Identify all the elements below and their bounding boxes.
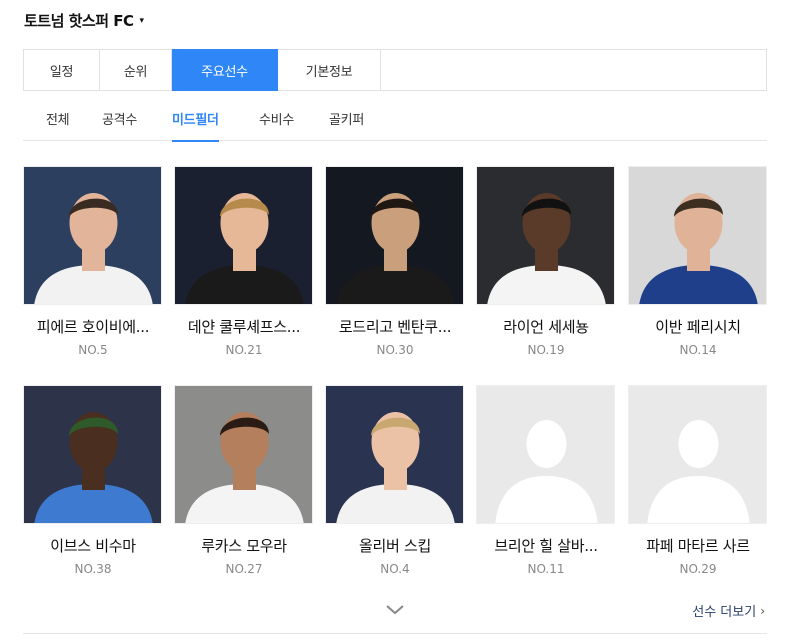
player-card[interactable]: 로드리고 벤탄쿠... NO.30: [325, 166, 465, 366]
profile-placeholder-icon: [477, 386, 614, 523]
player-card[interactable]: 이브스 비수마 NO.38: [23, 385, 163, 585]
subtab-midfielders[interactable]: 미드필더: [172, 96, 219, 142]
see-more-players-link[interactable]: 선수 더보기 ›: [692, 601, 765, 621]
player-portrait: [175, 167, 312, 304]
player-portrait: [175, 386, 312, 523]
player-card[interactable]: 파페 마타르 사르 NO.29: [628, 385, 768, 585]
player-portrait: [326, 167, 463, 304]
player-photo: [476, 166, 615, 305]
subtab-all[interactable]: 전체: [46, 96, 70, 141]
player-name: 피에르 호이비에...: [36, 318, 150, 336]
team-name: 토트넘 핫스퍼 FC: [24, 11, 134, 30]
main-tabs: 일정 순위 주요선수 기본정보: [23, 49, 767, 91]
subtab-defenders[interactable]: 수비수: [259, 96, 294, 141]
player-name: 브리안 힐 살바...: [494, 537, 598, 555]
position-filter-tabs: 전체 공격수 미드필더 수비수 골키퍼: [23, 96, 767, 142]
player-name: 루카스 모우라: [201, 537, 287, 555]
player-name: 데얀 쿨루셰프스...: [187, 318, 301, 336]
player-number: NO.4: [380, 562, 410, 576]
player-photo: [23, 166, 162, 305]
subtab-goalkeepers[interactable]: 골키퍼: [329, 96, 364, 141]
player-photo: [628, 166, 767, 305]
player-card[interactable]: 이반 페리시치 NO.14: [628, 166, 768, 366]
see-more-label: 선수 더보기: [692, 605, 757, 620]
player-portrait: [326, 386, 463, 523]
player-number: NO.29: [679, 562, 717, 576]
player-name: 파페 마타르 사르: [646, 537, 750, 555]
player-number: NO.21: [225, 343, 263, 357]
player-card[interactable]: 루카스 모우라 NO.27: [174, 385, 314, 585]
player-card[interactable]: 브리안 힐 살바... NO.11: [476, 385, 616, 585]
player-photo: [628, 385, 767, 524]
tab-schedule[interactable]: 일정: [24, 50, 100, 90]
player-name: 라이언 세세뇽: [503, 318, 589, 336]
player-photo: [174, 166, 313, 305]
player-number: NO.38: [74, 562, 112, 576]
player-portrait: [24, 167, 161, 304]
caret-down-icon: ▾: [139, 15, 145, 26]
player-photo: [325, 166, 464, 305]
tab-standings[interactable]: 순위: [100, 50, 172, 90]
player-name: 이반 페리시치: [655, 318, 741, 336]
player-portrait: [477, 167, 614, 304]
chevron-down-icon[interactable]: [383, 600, 407, 620]
player-photo: [476, 385, 615, 524]
tab-key-players[interactable]: 주요선수: [172, 49, 278, 91]
player-card[interactable]: 데얀 쿨루셰프스... NO.21: [174, 166, 314, 366]
team-selector[interactable]: 토트넘 핫스퍼 FC ▾: [24, 8, 144, 32]
player-name: 로드리고 벤탄쿠...: [338, 318, 452, 336]
player-number: NO.19: [527, 343, 565, 357]
player-number: NO.30: [376, 343, 414, 357]
divider: [23, 633, 767, 634]
player-photo: [174, 385, 313, 524]
player-name: 올리버 스킵: [359, 537, 431, 555]
player-photo: [325, 385, 464, 524]
player-number: NO.27: [225, 562, 263, 576]
player-photo: [23, 385, 162, 524]
chevron-right-icon: ›: [760, 603, 765, 618]
player-name: 이브스 비수마: [50, 537, 136, 555]
player-card[interactable]: 피에르 호이비에... NO.5: [23, 166, 163, 366]
subtab-forwards[interactable]: 공격수: [102, 96, 137, 141]
player-number: NO.11: [527, 562, 565, 576]
player-number: NO.5: [78, 343, 108, 357]
tab-basic-info[interactable]: 기본정보: [278, 50, 381, 90]
player-number: NO.14: [679, 343, 717, 357]
profile-placeholder-icon: [629, 386, 766, 523]
player-portrait: [629, 167, 766, 304]
player-portrait: [24, 386, 161, 523]
player-card[interactable]: 라이언 세세뇽 NO.19: [476, 166, 616, 366]
player-card[interactable]: 올리버 스킵 NO.4: [325, 385, 465, 585]
